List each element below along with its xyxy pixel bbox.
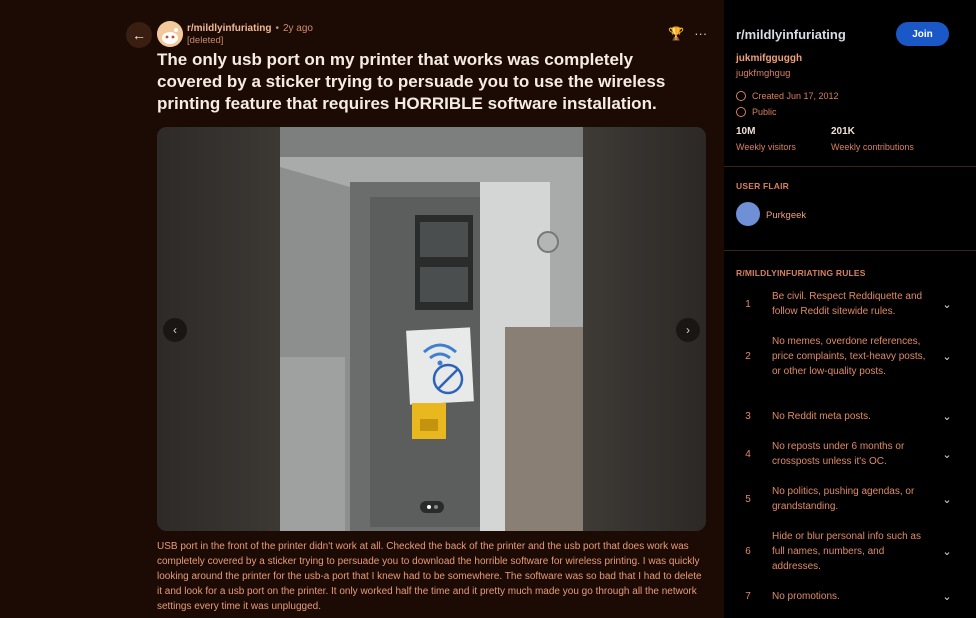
flair-avatar [736, 202, 760, 226]
rule-text: No politics, pushing agendas, or grandst… [772, 486, 915, 512]
gallery-dot[interactable] [433, 505, 438, 509]
rule-item-3[interactable]: 3 No Reddit meta posts. ⌄ [724, 409, 976, 424]
rule-number: 4 [745, 448, 751, 460]
flair-name[interactable]: Purkgeek [766, 210, 806, 221]
stat-value-contributions: 201K [831, 126, 855, 137]
rule-text: No memes, overdone references, price com… [772, 336, 926, 377]
cake-icon [736, 91, 746, 101]
rule-number: 1 [745, 298, 751, 310]
rule-text: Be civil. Respect Reddiquette and follow… [772, 291, 923, 317]
rule-item-2[interactable]: 2 No memes, overdone references, price c… [724, 334, 976, 379]
divider [724, 166, 976, 167]
post-meta: r/mildlyinfuriating • 2y ago [187, 23, 313, 34]
chevron-down-icon[interactable]: ⌄ [932, 493, 962, 506]
rule-number: 6 [745, 546, 751, 557]
rule-item-5[interactable]: 5 No politics, pushing agendas, or grand… [724, 484, 976, 514]
sidebar-subreddit-name[interactable]: r/mildlyinfuriating [736, 27, 846, 42]
award-icon[interactable]: 🏆 [668, 26, 684, 42]
chevron-right-icon: › [686, 323, 690, 337]
rule-item-1[interactable]: 1 Be civil. Respect Reddiquette and foll… [724, 289, 976, 319]
join-button[interactable]: Join [896, 22, 949, 46]
subreddit-avatar[interactable] [157, 21, 183, 47]
post-title: The only usb port on my printer that wor… [157, 50, 666, 113]
chevron-down-icon[interactable]: ⌄ [932, 590, 962, 603]
post-panel: ← r/mildlyinfuriating • 2y ago [deleted]… [0, 0, 724, 618]
post-media-gallery[interactable]: ‹ › [157, 127, 706, 531]
rule-text: No Reddit meta posts. [772, 411, 871, 422]
gallery-next-button[interactable]: › [676, 318, 700, 342]
user-flair-heading: USER FLAIR [736, 181, 789, 191]
rule-number: 3 [745, 411, 751, 422]
gallery-pager [420, 501, 444, 513]
community-sidebar: r/mildlyinfuriating Join jukmifgguggh ju… [724, 0, 976, 618]
rules-heading: R/MILDLYINFURIATING RULES [736, 268, 866, 278]
stat-label-visitors: Weekly visitors [736, 142, 796, 152]
post-caption: USB port in the front of the printer did… [157, 541, 702, 612]
subreddit-link[interactable]: r/mildlyinfuriating [187, 23, 271, 34]
rule-number: 2 [745, 351, 751, 362]
post-photo [280, 127, 583, 531]
more-icon[interactable]: ··· [694, 26, 707, 42]
back-button[interactable]: ← [126, 22, 152, 48]
meta-separator: • [275, 23, 279, 34]
rule-text: No reposts under 6 months or crossposts … [772, 441, 905, 467]
post-actions: 🏆 ··· [668, 26, 707, 42]
chevron-down-icon[interactable]: ⌄ [932, 350, 962, 363]
created-date: Created Jun 17, 2012 [752, 91, 839, 101]
chevron-down-icon[interactable]: ⌄ [932, 410, 962, 423]
rule-number: 7 [745, 591, 751, 602]
rule-item-6[interactable]: 6 Hide or blur personal info such as ful… [724, 529, 976, 574]
gallery-prev-button[interactable]: ‹ [163, 318, 187, 342]
back-arrow-icon: ← [132, 27, 146, 43]
post-age: 2y ago [282, 23, 313, 34]
visibility-label: Public [752, 107, 777, 117]
divider [724, 250, 976, 251]
created-row: Created Jun 17, 2012 [736, 91, 839, 101]
community-title: jukmifgguggh [736, 53, 803, 64]
chevron-down-icon[interactable]: ⌄ [932, 298, 962, 311]
visibility-row: Public [736, 107, 777, 117]
chevron-down-icon[interactable]: ⌄ [932, 545, 962, 558]
globe-icon [736, 107, 746, 117]
rule-item-4[interactable]: 4 No reposts under 6 months or crosspost… [724, 439, 976, 469]
stat-label-contributions: Weekly contributions [831, 142, 914, 152]
chevron-down-icon[interactable]: ⌄ [932, 448, 962, 461]
rule-text: Hide or blur personal info such as full … [772, 531, 921, 572]
community-description: jugkfmghgug [736, 68, 791, 79]
stat-value-visitors: 10M [736, 126, 756, 137]
rule-item-7[interactable]: 7 No promotions. ⌄ [724, 589, 976, 604]
rule-text: No promotions. [772, 591, 840, 602]
chevron-left-icon: ‹ [173, 323, 177, 337]
gallery-dot[interactable] [426, 505, 431, 509]
rule-number: 5 [745, 493, 751, 505]
post-author: [deleted] [187, 35, 224, 46]
